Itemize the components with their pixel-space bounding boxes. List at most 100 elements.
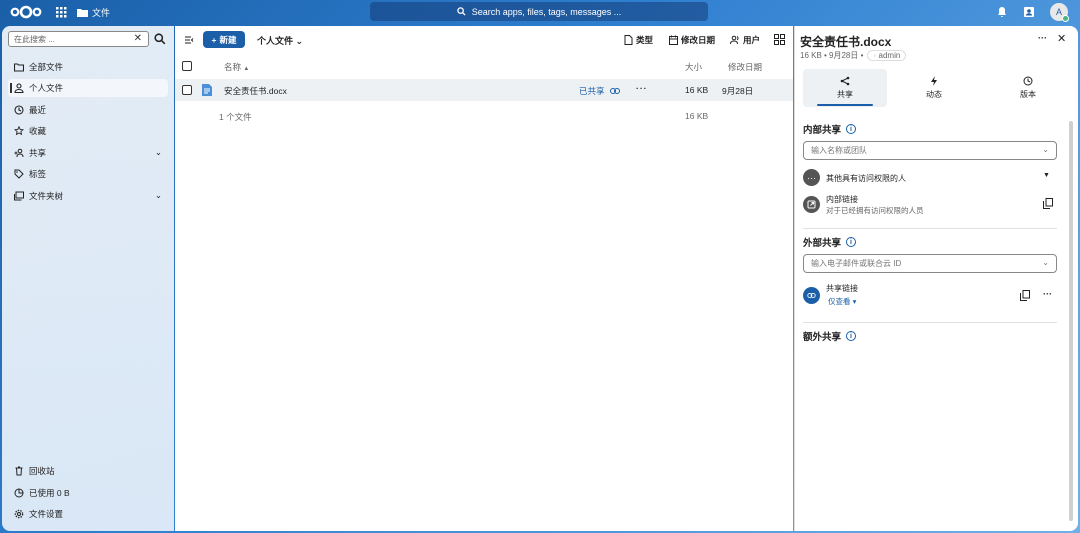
search-placeholder: Search apps, files, tags, messages ... — [471, 6, 622, 17]
sidebar-item-recent[interactable]: 最近 — [8, 101, 168, 119]
sidebar-item-storage[interactable]: 已使用 0 B — [8, 484, 168, 502]
sidebar-item-shares[interactable]: 共享 ⌄ — [8, 144, 168, 162]
file-list-summary: 1 个文件 16 KB — [175, 108, 793, 124]
user-icon — [14, 83, 24, 93]
filter-type-button[interactable]: 类型 — [624, 34, 653, 46]
chevron-down-icon[interactable]: ⌄ — [1042, 145, 1049, 154]
info-icon[interactable]: i — [846, 237, 857, 247]
status-online-indicator — [1062, 15, 1069, 22]
sidebar-item-folder-tree[interactable]: 文件夹树 ⌄ — [8, 187, 168, 205]
more-actions-icon[interactable]: ··· — [636, 83, 648, 93]
breadcrumb-label: 个人文件 — [257, 36, 294, 46]
more-actions-icon[interactable]: ··· — [1043, 289, 1052, 299]
column-name-header[interactable]: 名称 ▲ — [224, 61, 249, 73]
tab-sharing[interactable]: 共享 — [803, 69, 887, 107]
copy-icon[interactable] — [1043, 198, 1053, 209]
shared-status-label: 已共享 — [579, 86, 605, 96]
link-icon — [609, 88, 620, 94]
tab-activity[interactable]: 动态 — [892, 69, 976, 107]
folder-icon — [77, 9, 88, 17]
trash-icon — [15, 466, 23, 476]
sidebar-item-label: 已使用 0 B — [29, 488, 70, 498]
file-toolbar: + 新建 个人文件 ⌄ 类型 修改日期 用户 — [175, 26, 793, 54]
external-share-input[interactable]: 输入电子邮件或联合云 ID ⌄ — [803, 254, 1057, 273]
copy-icon[interactable] — [1020, 290, 1030, 301]
top-bar: 文件 Search apps, files, tags, messages ..… — [0, 0, 1080, 24]
unified-search[interactable]: Search apps, files, tags, messages ... — [370, 2, 708, 21]
row-checkbox[interactable] — [182, 85, 192, 95]
others-with-access[interactable]: 其他具有访问权限的人 — [826, 173, 906, 184]
settings-icon — [14, 509, 24, 519]
sidebar-item-settings[interactable]: 文件设置 — [8, 505, 168, 523]
sidebar-item-favorites[interactable]: 收藏 — [8, 122, 168, 140]
share-link-permission[interactable]: 仅查看 ▾ — [828, 296, 856, 307]
input-placeholder: 输入名称或团队 — [811, 146, 867, 155]
app-name: 文件 — [92, 8, 111, 18]
breadcrumb[interactable]: 个人文件 ⌄ — [257, 34, 303, 47]
clear-icon[interactable]: ✕ — [134, 33, 142, 44]
search-icon[interactable] — [154, 33, 166, 45]
more-menu-icon[interactable]: ··· — [1038, 33, 1047, 43]
sidebar-item-label: 共享 — [29, 148, 47, 158]
sort-ascending-icon: ▲ — [243, 66, 250, 72]
info-icon[interactable]: i — [846, 331, 857, 341]
sidebar-item-all-files[interactable]: 全部文件 — [8, 58, 168, 76]
scrollbar[interactable] — [1069, 121, 1073, 521]
nextcloud-logo[interactable] — [10, 5, 42, 19]
toggle-navigation-icon[interactable] — [184, 35, 194, 45]
share-link-title: 共享链接 — [826, 284, 858, 293]
share-link-icon — [803, 287, 820, 304]
sidebar-item-trash[interactable]: 回收站 — [8, 462, 168, 480]
file-name[interactable]: 安全责任书.docx — [224, 85, 287, 97]
app-menu-icon[interactable] — [55, 6, 67, 18]
history-icon — [14, 105, 24, 115]
chevron-down-icon[interactable]: ⌄ — [1042, 258, 1049, 267]
owner-tag[interactable]: ◦ admin — [867, 50, 907, 61]
notifications-icon[interactable] — [997, 3, 1007, 21]
sidebar-tabs: 共享 动态 版本 — [800, 69, 1070, 107]
others-access-icon: ··· — [803, 169, 820, 186]
table-row[interactable]: 安全责任书.docx 已共享 ··· 16 KB 9月28日 — [175, 79, 793, 101]
files-app-link[interactable]: 文件 — [77, 6, 110, 19]
internal-link-desc: 对于已经拥有访问权限的人员 — [826, 206, 924, 215]
input-placeholder: 输入电子邮件或联合云 ID — [811, 259, 902, 268]
sidebar-item-label: 文件设置 — [29, 509, 64, 519]
chevron-down-icon[interactable]: ⌄ — [155, 147, 162, 158]
pie-chart-icon — [14, 488, 24, 498]
shared-status-button[interactable]: 已共享 — [579, 85, 620, 97]
grid-view-icon[interactable] — [774, 34, 785, 45]
internal-share-input[interactable]: 输入名称或团队 ⌄ — [803, 141, 1057, 160]
calendar-icon — [669, 35, 678, 45]
tab-versions[interactable]: 版本 — [986, 69, 1070, 107]
sidebar-item-personal-files[interactable]: 个人文件 — [8, 79, 168, 97]
share-icon — [14, 148, 24, 158]
column-name-label: 名称 — [224, 62, 242, 72]
sidebar-file-title: 安全责任书.docx — [800, 35, 892, 49]
sidebar-item-label: 收藏 — [29, 126, 47, 136]
select-all-checkbox[interactable] — [182, 61, 192, 71]
filter-people-button[interactable]: 用户 — [730, 34, 760, 46]
sidebar-item-label: 全部文件 — [29, 62, 64, 72]
sidebar-item-tags[interactable]: 标签 — [8, 165, 168, 183]
sidebar-search-input[interactable]: 在此搜索 ... ✕ — [8, 31, 149, 47]
expand-triangle-icon[interactable]: ▼ — [1043, 172, 1050, 179]
new-button[interactable]: + 新建 — [203, 31, 245, 48]
avatar-initial: A — [1055, 7, 1062, 17]
section-label: 额外共享 — [803, 332, 842, 343]
divider — [803, 228, 1057, 229]
column-modified-header[interactable]: 修改日期 — [728, 61, 762, 73]
info-icon[interactable]: i — [846, 124, 857, 134]
star-icon — [14, 126, 24, 136]
activity-icon — [931, 76, 937, 86]
folder-tree-icon — [14, 191, 24, 201]
filter-modified-button[interactable]: 修改日期 — [669, 34, 715, 46]
filter-label: 修改日期 — [681, 35, 716, 45]
chevron-down-icon[interactable]: ⌄ — [155, 190, 162, 201]
history-icon — [1023, 76, 1033, 86]
column-size-header[interactable]: 大小 — [685, 61, 702, 73]
user-avatar[interactable]: A — [1050, 3, 1069, 22]
divider — [803, 322, 1057, 323]
contacts-icon[interactable] — [1023, 3, 1035, 21]
close-icon[interactable]: ✕ — [1057, 32, 1066, 45]
file-count: 1 个文件 — [219, 112, 252, 122]
